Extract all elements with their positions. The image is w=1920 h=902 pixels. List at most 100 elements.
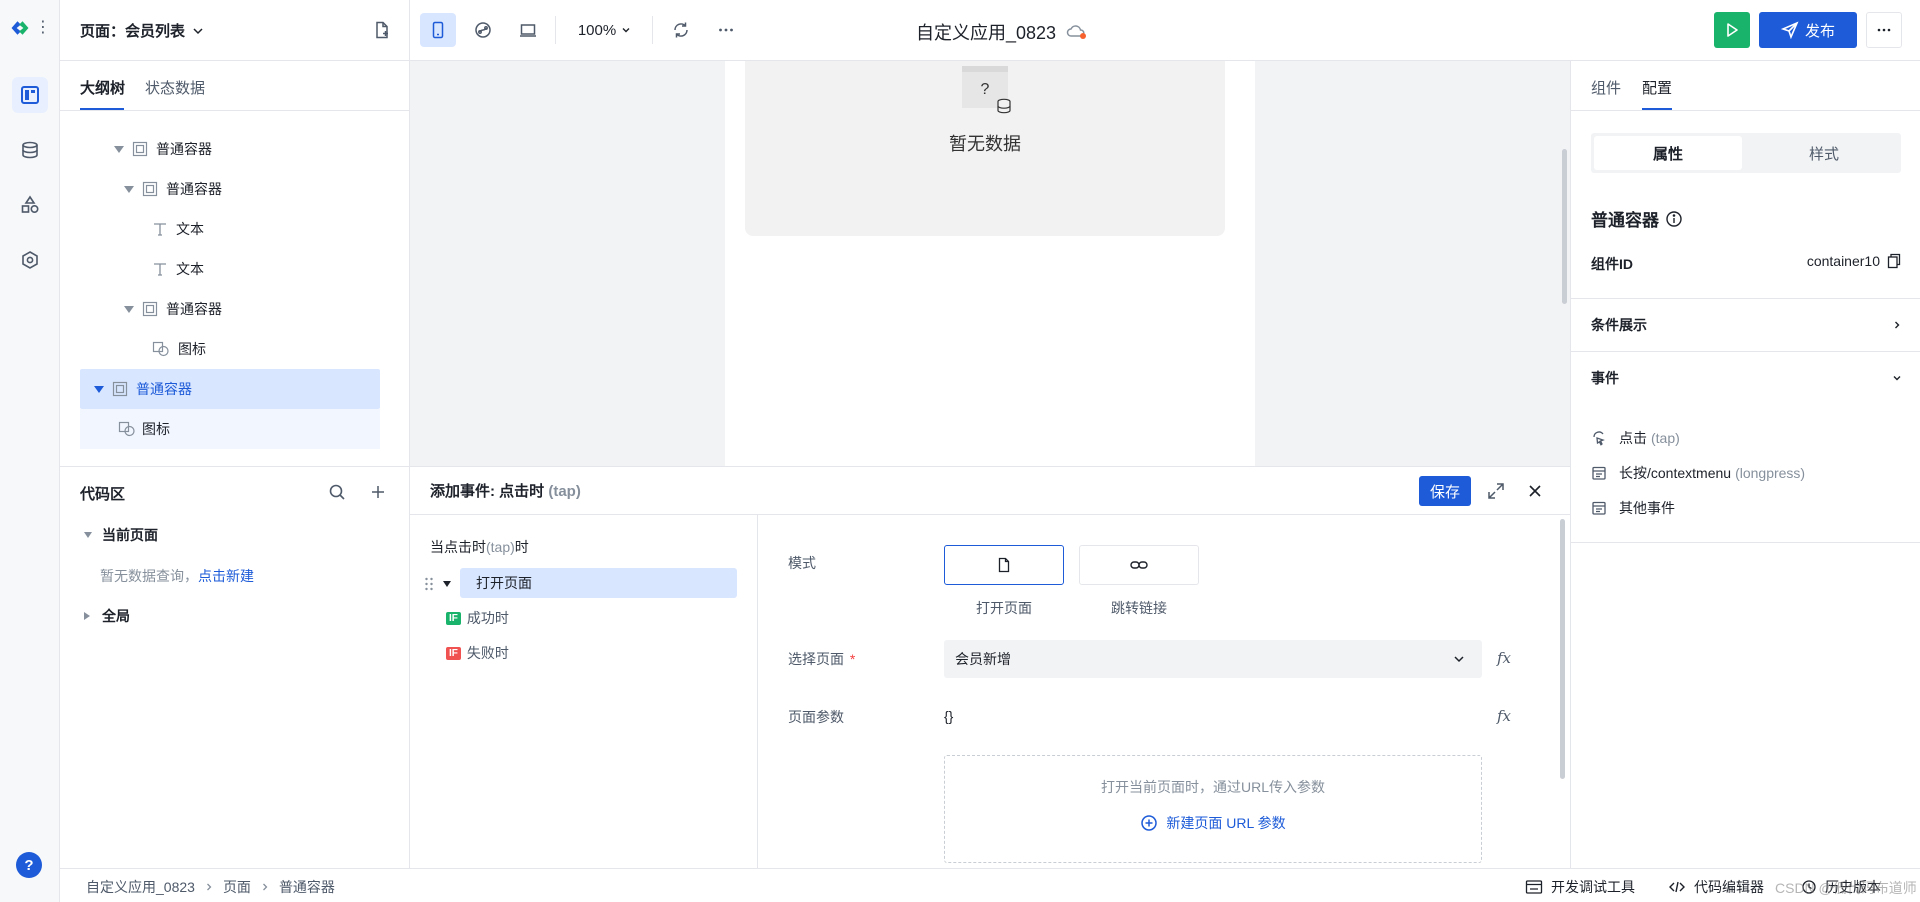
caret-down-icon[interactable] [443,581,451,587]
refresh-icon[interactable] [663,13,699,47]
url-params-dropzone: 打开当前页面时，通过URL传入参数 新建页面 URL 参数 [944,755,1482,863]
action-open-page[interactable]: 打开页面 [460,568,737,598]
tree-node[interactable]: 文本 [150,249,430,289]
event-panel-scrollbar[interactable] [1560,519,1565,779]
conditional-display-label: 条件展示 [1591,317,1647,333]
database-icon[interactable] [12,132,48,168]
empty-data-illustration: ? [962,66,1011,114]
more-menu-button[interactable] [1866,12,1902,48]
caret-down-icon[interactable] [124,185,134,193]
config-panel: 组件 配置 属性 样式 普通容器 组件ID container10 条件展示 事… [1570,61,1920,868]
tree-node[interactable]: 图标 [150,329,450,369]
event-editor-panel: 添加事件: 点击时 (tap) 保存 当点击时(tap)时 打开页面 IF 成功… [410,466,1570,869]
components-icon[interactable] [12,187,48,223]
add-icon[interactable] [370,484,386,500]
canvas-scrollbar[interactable] [1562,149,1567,304]
component-title-text: 普通容器 [1591,211,1659,230]
tab-outline-tree[interactable]: 大纲树 [80,77,125,98]
dev-tools-label: 开发调试工具 [1551,879,1635,895]
tree-node[interactable]: 文本 [150,209,430,249]
select-page-dropdown[interactable]: 会员新增 [944,640,1482,678]
trigger-code: (tap) [486,539,515,555]
mode-open-page-option[interactable] [944,545,1064,585]
fx-icon[interactable]: fx [1497,649,1511,667]
copy-icon[interactable] [1886,253,1902,269]
mini-program-icon[interactable] [465,13,501,47]
page-params-label: 页面参数 [788,709,844,725]
save-button[interactable]: 保存 [1419,476,1471,506]
new-url-param-button[interactable]: 新建页面 URL 参数 [945,813,1481,833]
mode-link-option[interactable] [1079,545,1199,585]
on-success-branch[interactable]: IF 成功时 [446,608,509,628]
tree-node-selected[interactable]: 普通容器 [80,369,380,409]
current-page-group[interactable]: 当前页面 [84,525,158,545]
tree-node-child[interactable]: 图标 [80,409,380,449]
app-logo[interactable]: ⋮ [9,16,51,40]
top-toolbar: 页面：会员列表 100% 自定义应用_0823 发布 [60,0,1920,61]
publish-label: 发布 [1804,22,1835,40]
info-icon[interactable] [1665,210,1683,228]
event-item-other[interactable]: 其他事件 [1591,498,1675,518]
zoom-select[interactable]: 100% [570,13,640,47]
run-button[interactable] [1714,12,1750,48]
breadcrumb-item[interactable]: 页面 [223,877,251,897]
conditional-display-row[interactable]: 条件展示 [1571,299,1920,351]
watermark: CSDN @低代码布道师 [1775,880,1917,896]
caret-down-icon[interactable] [94,385,104,393]
publish-button[interactable]: 发布 [1759,12,1857,48]
settings-icon[interactable] [12,242,48,278]
trigger-row: 当点击时(tap)时 [430,537,529,557]
tree-node-label: 普通容器 [156,141,212,157]
seg-style[interactable]: 样式 [1750,136,1898,170]
global-group[interactable]: 全局 [84,606,130,626]
code-icon [1669,881,1685,893]
breadcrumb-item[interactable]: 自定义应用_0823 [86,877,195,897]
help-icon[interactable]: ? [16,852,42,878]
close-icon[interactable] [1527,483,1543,499]
global-label: 全局 [102,608,130,624]
caret-down-icon[interactable] [124,305,134,313]
tab-config[interactable]: 配置 [1642,77,1672,98]
search-icon[interactable] [328,483,346,501]
tree-node[interactable]: 普通容器 [124,289,424,329]
tab-components[interactable]: 组件 [1591,77,1621,98]
code-editor-label: 代码编辑器 [1694,879,1764,895]
chevron-down-icon [1454,656,1464,663]
drag-handle-icon[interactable] [424,576,434,592]
more-icon [1877,28,1891,32]
event-item-longpress[interactable]: 长按/contextmenu (longpress) [1591,463,1805,483]
mobile-view-icon[interactable] [420,13,456,47]
event-item-tap[interactable]: 点击 (tap) [1591,428,1680,448]
event-title-text: 添加事件: 点击时 [430,483,545,500]
events-section-header[interactable]: 事件 [1571,352,1920,404]
more-icon[interactable] [708,13,744,47]
on-fail-branch[interactable]: IF 失败时 [446,643,509,663]
page-selector[interactable]: 页面：会员列表 [80,20,205,41]
segmented-control: 属性 样式 [1591,133,1901,173]
empty-data-text: 暂无数据 [949,134,1021,154]
expand-icon[interactable] [1487,482,1505,500]
calendar-icon [1592,466,1606,480]
event-item-name: 其他事件 [1619,500,1675,516]
tree-node[interactable]: 普通容器 [114,129,414,169]
breadcrumb-item[interactable]: 普通容器 [279,877,335,897]
code-editor-button[interactable]: 代码编辑器 [1668,877,1764,897]
desktop-view-icon[interactable] [510,13,546,47]
fx-icon[interactable]: fx [1497,707,1511,725]
page-params-value[interactable]: {} [944,708,953,724]
outline-nav-icon[interactable] [12,77,48,113]
left-rail: ⋮ ? [0,0,60,902]
new-page-icon[interactable] [364,13,400,47]
text-icon [154,263,166,276]
create-query-link[interactable]: 点击新建 [198,568,254,584]
seg-properties[interactable]: 属性 [1594,136,1742,170]
empty-container[interactable]: ? 暂无数据 [745,61,1225,236]
event-item-name: 长按/contextmenu [1619,465,1732,481]
url-params-hint: 打开当前页面时，通过URL传入参数 [1100,779,1325,795]
tab-state-data[interactable]: 状态数据 [145,77,205,98]
console-icon [1525,880,1543,894]
dev-tools-button[interactable]: 开发调试工具 [1525,877,1635,897]
link-icon [1130,561,1148,569]
caret-down-icon[interactable] [114,145,124,153]
tree-node[interactable]: 普通容器 [124,169,424,209]
